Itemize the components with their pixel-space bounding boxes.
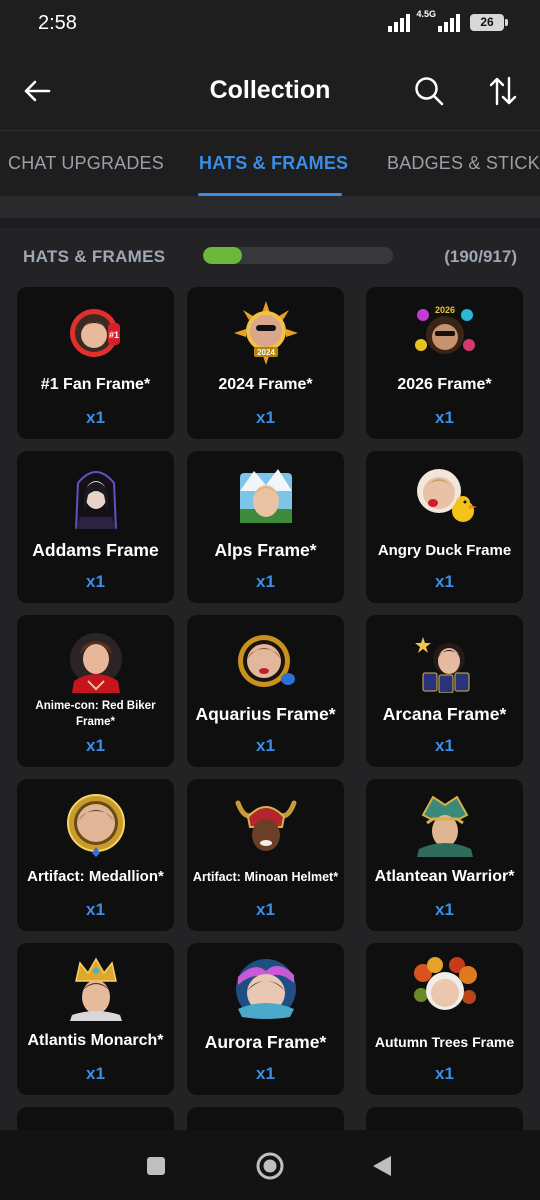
svg-text:2026: 2026 bbox=[434, 305, 454, 315]
section-title: HATS & FRAMES bbox=[23, 247, 166, 266]
item-card[interactable]: Angry Duck Frame x1 bbox=[366, 451, 523, 603]
item-name: Aurora Frame* bbox=[204, 1032, 327, 1052]
item-name: 2024 Frame* bbox=[218, 376, 313, 393]
item-quantity: x1 bbox=[435, 572, 454, 591]
item-name: #1 Fan Frame* bbox=[40, 376, 151, 393]
alps-frame-avatar-icon bbox=[239, 469, 292, 523]
2026-frame-avatar-icon: 2026 bbox=[414, 305, 475, 354]
svg-text:#1: #1 bbox=[108, 330, 118, 340]
wifi-signal-icon bbox=[388, 12, 411, 32]
item-card[interactable]: Arcana Frame* x1 bbox=[366, 615, 523, 767]
item-card[interactable]: Aurora Frame* x1 bbox=[187, 943, 344, 1095]
item-card[interactable]: Alps Frame* x1 bbox=[187, 451, 344, 603]
medallion-frame-avatar-icon bbox=[66, 794, 125, 857]
home-button[interactable] bbox=[254, 1150, 286, 1182]
item-quantity: x1 bbox=[435, 1064, 454, 1083]
square-icon bbox=[147, 1157, 165, 1175]
item-quantity: x1 bbox=[256, 1064, 275, 1083]
sort-arrows-icon bbox=[489, 76, 517, 106]
status-time: 2:58 bbox=[38, 12, 77, 34]
fan-frame-avatar-icon: #1 bbox=[69, 309, 120, 357]
item-name: Anime-con: Red Biker Frame* bbox=[35, 700, 156, 728]
item-quantity: x1 bbox=[86, 900, 105, 919]
back-nav-button[interactable] bbox=[366, 1150, 398, 1182]
item-quantity: x1 bbox=[256, 900, 275, 919]
item-quantity: x1 bbox=[435, 408, 454, 427]
search-icon bbox=[415, 77, 444, 106]
network-type: 4.5G bbox=[416, 9, 436, 19]
item-name: Arcana Frame* bbox=[382, 704, 507, 724]
progress-fill bbox=[203, 247, 243, 264]
recent-apps-button[interactable] bbox=[140, 1150, 172, 1182]
aquarius-frame-avatar-icon bbox=[237, 635, 295, 687]
item-name: Artifact: Medallion* bbox=[27, 868, 164, 885]
item-card[interactable]: 2024 2024 Frame* x1 bbox=[187, 287, 344, 439]
item-card[interactable]: #1 #1 Fan Frame* x1 bbox=[17, 287, 174, 439]
anime-con-frame-avatar-icon bbox=[69, 633, 122, 693]
item-card[interactable]: Artifact: Medallion* x1 bbox=[17, 779, 174, 931]
cell-signal-icon bbox=[438, 12, 460, 32]
item-quantity: x1 bbox=[86, 736, 105, 755]
autumn-trees-frame-avatar-icon bbox=[413, 957, 477, 1010]
collection-count: (190/917) bbox=[444, 247, 517, 266]
item-name: Autumn Trees Frame bbox=[374, 1034, 515, 1050]
divider bbox=[0, 196, 540, 218]
item-card[interactable]: Atlantis Monarch* x1 bbox=[17, 943, 174, 1095]
item-card[interactable]: Atlantean Warrior* x1 bbox=[366, 779, 523, 931]
back-triangle-icon bbox=[373, 1156, 391, 1176]
tab-bar: CHAT UPGRADES HATS & FRAMES BADGES & STI… bbox=[0, 130, 540, 196]
tab-badges-stickers[interactable]: BADGES & STICKERS bbox=[387, 153, 540, 174]
2024-frame-avatar-icon: 2024 bbox=[233, 301, 298, 365]
sort-button[interactable] bbox=[482, 70, 524, 112]
item-card[interactable]: Autumn Trees Frame x1 bbox=[366, 943, 523, 1095]
home-circle-icon bbox=[256, 1152, 284, 1180]
tab-chat-upgrades[interactable]: CHAT UPGRADES bbox=[8, 153, 164, 174]
item-quantity: x1 bbox=[86, 408, 105, 427]
item-name: Alps Frame* bbox=[214, 540, 317, 560]
item-card[interactable]: Artifact: Minoan Helmet* x1 bbox=[187, 779, 344, 931]
status-bar: 2:58 4.5G 26 bbox=[0, 0, 540, 50]
item-quantity: x1 bbox=[86, 1064, 105, 1083]
minoan-helmet-avatar-icon bbox=[235, 800, 296, 851]
item-card[interactable]: Addams Frame x1 bbox=[17, 451, 174, 603]
collection-progress-bar bbox=[203, 247, 393, 264]
status-icons: 4.5G 26 bbox=[388, 9, 508, 32]
item-quantity: x1 bbox=[256, 408, 275, 427]
item-card[interactable]: Aquarius Frame* x1 bbox=[187, 615, 344, 767]
page-title: Collection bbox=[209, 76, 331, 104]
tab-hats-frames[interactable]: HATS & FRAMES bbox=[199, 153, 348, 174]
item-name: Angry Duck Frame bbox=[377, 542, 512, 559]
item-name: Artifact: Minoan Helmet* bbox=[192, 870, 339, 884]
item-quantity: x1 bbox=[86, 572, 105, 591]
atlantean-warrior-avatar-icon bbox=[416, 795, 473, 857]
svg-text:2024: 2024 bbox=[257, 348, 275, 357]
item-name: Atlantis Monarch* bbox=[27, 1032, 164, 1049]
item-name: Aquarius Frame* bbox=[195, 704, 336, 724]
angry-duck-frame-avatar-icon bbox=[416, 469, 477, 522]
app-bar: Collection bbox=[0, 50, 540, 130]
collection-content[interactable]: HATS & FRAMES (190/917) #1 #1 Fan Frame*… bbox=[0, 218, 540, 1200]
search-button[interactable] bbox=[408, 70, 450, 112]
item-card[interactable]: Anime-con: Red Biker Frame* x1 bbox=[17, 615, 174, 767]
item-name: Atlantean Warrior* bbox=[374, 868, 515, 885]
aurora-frame-avatar-icon bbox=[235, 959, 296, 1019]
item-card[interactable]: 2026 2026 Frame* x1 bbox=[366, 287, 523, 439]
atlantis-monarch-avatar-icon bbox=[69, 957, 122, 1021]
item-quantity: x1 bbox=[256, 572, 275, 591]
item-name: Addams Frame bbox=[32, 540, 159, 560]
item-quantity: x1 bbox=[256, 736, 275, 755]
item-quantity: x1 bbox=[435, 736, 454, 755]
item-name: 2026 Frame* bbox=[397, 376, 492, 393]
item-quantity: x1 bbox=[435, 900, 454, 919]
arcana-frame-avatar-icon bbox=[414, 637, 469, 693]
addams-frame-avatar-icon bbox=[74, 471, 117, 529]
battery-icon: 26 bbox=[470, 13, 508, 31]
system-nav-bar bbox=[0, 1130, 540, 1200]
